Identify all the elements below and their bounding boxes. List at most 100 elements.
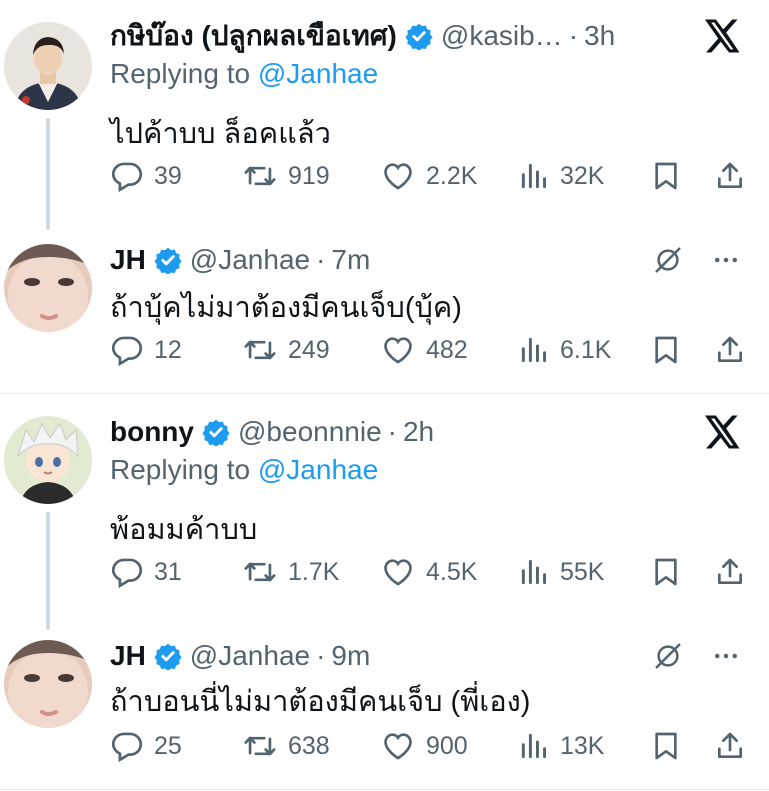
grok-icon[interactable] [653,641,683,671]
repost-button[interactable]: 1.7K [242,552,339,592]
heart-icon [384,733,412,760]
grok-icon[interactable] [653,245,683,275]
bookmark-button[interactable] [650,330,682,370]
repost-count: 919 [288,161,330,190]
views-button[interactable]: 6.1K [518,330,611,370]
separator-dot: · [568,20,579,51]
avatar-face-image [4,244,92,332]
reply-button[interactable]: 31 [110,552,182,592]
heart-icon [384,163,412,190]
reply-button[interactable]: 12 [110,330,182,370]
views-button[interactable]: 13K [518,726,604,766]
more-icon[interactable] [711,641,741,671]
bookmark-button[interactable] [650,552,682,592]
timestamp[interactable]: 9m [331,640,370,672]
share-icon [718,732,742,758]
separator-dot: · [387,416,397,447]
bookmark-icon [655,336,677,364]
reply-button[interactable]: 39 [110,156,182,196]
tweet-header: กษิบ๊อง (ปลูกผลเขือเทศ) @kasib… · 3h [110,16,759,56]
avatar-face-image [4,640,92,728]
bookmark-button[interactable] [650,726,682,766]
repost-count: 638 [288,731,330,760]
views-count: 55K [560,557,605,586]
avatar-janhae[interactable] [4,640,92,728]
share-icon [718,336,742,362]
thread-2: bonny @beonnnie · 2h Replying to @Janhae… [0,394,769,789]
display-name[interactable]: bonny [110,416,194,448]
more-icon[interactable] [711,245,741,275]
tweet-header: JH @Janhae · 9m [110,636,759,676]
user-handle[interactable]: @Janhae [190,244,310,276]
replying-to-line: Replying to @Janhae [110,58,378,90]
repost-count: 249 [288,335,330,364]
like-count: 482 [426,335,468,364]
tweet-janhae-reply[interactable]: JH @Janhae · 7m ถ้าบุ้คไม่มาต้องมีคนเจ็บ… [0,230,769,390]
repost-button[interactable]: 919 [242,156,330,196]
repost-icon [244,736,276,756]
repost-icon [244,340,276,360]
repost-button[interactable]: 249 [242,330,330,370]
x-logo-icon [705,19,740,53]
tweet-kasib[interactable]: กษิบ๊อง (ปลูกผลเขือเทศ) @kasib… · 3h Rep… [0,0,769,230]
views-button[interactable]: 32K [518,156,604,196]
bookmark-button[interactable] [650,156,682,196]
tweet-text: ไปค้าบบ ล็อคแล้ว [110,118,331,150]
avatar-kasib[interactable] [4,22,92,110]
share-button[interactable] [714,330,746,370]
views-count: 13K [560,731,605,760]
repost-button[interactable]: 638 [242,726,330,766]
views-icon [521,559,546,585]
user-handle[interactable]: @beonnnie [238,416,382,448]
display-name[interactable]: JH [110,640,146,672]
verified-badge-icon[interactable] [202,418,230,446]
timestamp[interactable]: 7m [331,244,370,276]
repost-icon [244,166,276,186]
verified-badge-icon[interactable] [154,642,182,670]
reply-icon [111,732,143,763]
share-button[interactable] [714,156,746,196]
verified-badge-icon[interactable] [405,22,433,50]
like-button[interactable]: 4.5K [380,552,477,592]
user-handle[interactable]: @Janhae [190,640,310,672]
timestamp[interactable]: 2h [403,416,434,448]
action-bar: 39 919 2.2K 32K [110,156,750,196]
tweet-janhae-reply[interactable]: JH @Janhae · 9m ถ้าบอนนี่ไม่มาต้องมีคนเจ… [0,628,769,788]
bookmark-icon [655,162,677,190]
avatar-anime-image [4,416,92,504]
like-button[interactable]: 900 [380,726,468,766]
repost-icon [244,562,276,582]
avatar-janhae[interactable] [4,244,92,332]
verified-badge-icon[interactable] [154,246,182,274]
views-icon [521,733,546,759]
reply-count: 25 [154,731,182,760]
heart-icon [384,559,412,586]
timestamp[interactable]: 3h [584,20,615,52]
reply-icon [111,558,143,589]
like-button[interactable]: 2.2K [380,156,477,196]
thread-1: กษิบ๊อง (ปลูกผลเขือเทศ) @kasib… · 3h Rep… [0,0,769,393]
share-icon [718,558,742,584]
display-name[interactable]: กษิบ๊อง (ปลูกผลเขือเทศ) [110,14,397,58]
share-button[interactable] [714,552,746,592]
mention-link[interactable]: @Janhae [258,454,378,485]
reply-button[interactable]: 25 [110,726,182,766]
bookmark-icon [655,732,677,760]
like-button[interactable]: 482 [380,330,468,370]
tweet-text: พ้อมมค้าบบ [110,514,258,546]
thread-connector-line [46,512,50,630]
display-name[interactable]: JH [110,244,146,276]
tweet-text: ถ้าบอนนี่ไม่มาต้องมีคนเจ็บ (พี่เอง) [110,686,531,718]
tweet-bonny[interactable]: bonny @beonnnie · 2h Replying to @Janhae… [0,394,769,630]
avatar-bonny[interactable] [4,416,92,504]
tweet-text: ถ้าบุ้คไม่มาต้องมีคนเจ็บ(บุ้ค) [110,292,462,324]
tweet-header: bonny @beonnnie · 2h [110,412,759,452]
mention-link[interactable]: @Janhae [258,58,378,89]
share-button[interactable] [714,726,746,766]
action-bar: 12 249 482 6.1K [110,330,750,370]
views-button[interactable]: 55K [518,552,604,592]
reply-icon [111,162,143,193]
replying-to-label: Replying to [110,58,251,89]
user-handle[interactable]: @kasib… [441,20,563,52]
reply-count: 12 [154,335,182,364]
